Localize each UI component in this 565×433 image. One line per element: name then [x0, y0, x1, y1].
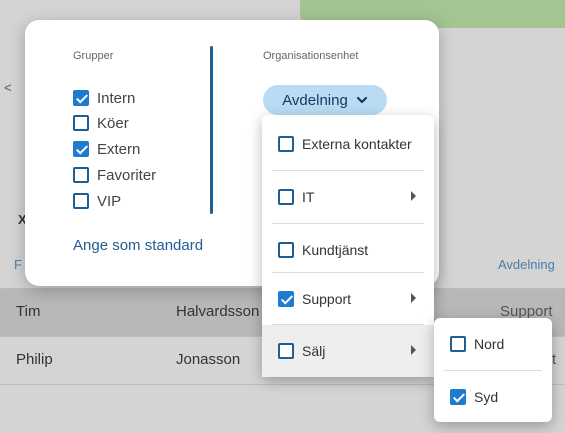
- back-chevron-icon: <: [4, 80, 12, 95]
- department-dropdown-button[interactable]: Avdelning: [263, 85, 387, 115]
- checkbox[interactable]: [450, 389, 466, 405]
- department-button-label: Avdelning: [282, 91, 348, 109]
- menu-item-kundtjanst[interactable]: Kundtjänst: [262, 224, 434, 276]
- department-menu: Externa kontakter IT Kundtjänst Support …: [262, 115, 434, 377]
- checkbox[interactable]: [73, 141, 89, 157]
- checkbox[interactable]: [278, 343, 294, 359]
- row-last-name: Halvardsson: [176, 303, 260, 320]
- submenu-arrow-icon: [411, 345, 416, 355]
- menu-item-label: Externa kontakter: [302, 136, 412, 152]
- group-option-intern[interactable]: Intern: [73, 87, 135, 109]
- menu-item-it[interactable]: IT: [262, 171, 434, 223]
- column-header-first: F: [14, 257, 22, 272]
- checkbox[interactable]: [278, 242, 294, 258]
- set-default-link[interactable]: Ange som standard: [73, 237, 203, 254]
- group-label: Favoriter: [97, 166, 157, 184]
- salj-submenu: Nord Syd: [434, 318, 552, 422]
- chevron-down-icon: [356, 96, 367, 104]
- submenu-item-label: Syd: [474, 389, 499, 405]
- groups-title: Grupper: [73, 50, 114, 62]
- submenu-arrow-icon: [411, 293, 416, 303]
- checkbox[interactable]: [278, 189, 294, 205]
- group-label: Intern: [97, 89, 136, 107]
- checkbox[interactable]: [73, 115, 89, 131]
- checkbox[interactable]: [73, 167, 89, 183]
- checkbox[interactable]: [278, 291, 294, 307]
- group-label: VIP: [97, 192, 122, 210]
- group-option-favoriter[interactable]: Favoriter: [73, 164, 156, 186]
- row-last-name: Jonasson: [176, 351, 241, 368]
- submenu-item-syd[interactable]: Syd: [434, 371, 552, 423]
- submenu-item-nord[interactable]: Nord: [434, 318, 552, 370]
- checkbox[interactable]: [450, 336, 466, 352]
- checkbox[interactable]: [73, 90, 89, 106]
- menu-item-label: Kundtjänst: [302, 242, 369, 258]
- checkbox[interactable]: [278, 136, 294, 152]
- column-divider: [210, 46, 213, 214]
- group-option-koer[interactable]: Köer: [73, 112, 129, 134]
- menu-item-label: IT: [302, 189, 315, 205]
- menu-item-label: Support: [302, 291, 352, 307]
- menu-item-salj[interactable]: Sälj: [262, 325, 434, 377]
- row-department: t: [552, 351, 557, 368]
- group-label: Extern: [97, 140, 141, 158]
- group-label: Köer: [97, 114, 129, 132]
- checkbox[interactable]: [73, 193, 89, 209]
- column-header-dept: Avdelning: [498, 257, 555, 272]
- menu-item-support[interactable]: Support: [262, 273, 434, 325]
- row-first-name: Philip: [16, 351, 53, 368]
- submenu-arrow-icon: [411, 191, 416, 201]
- submenu-item-label: Nord: [474, 336, 505, 352]
- menu-item-externa-kontakter[interactable]: Externa kontakter: [262, 118, 434, 170]
- menu-item-label: Sälj: [302, 343, 326, 359]
- group-option-vip[interactable]: VIP: [73, 190, 121, 212]
- row-first-name: Tim: [16, 303, 41, 320]
- group-option-extern[interactable]: Extern: [73, 138, 140, 160]
- org-unit-title: Organisationsenhet: [263, 50, 359, 62]
